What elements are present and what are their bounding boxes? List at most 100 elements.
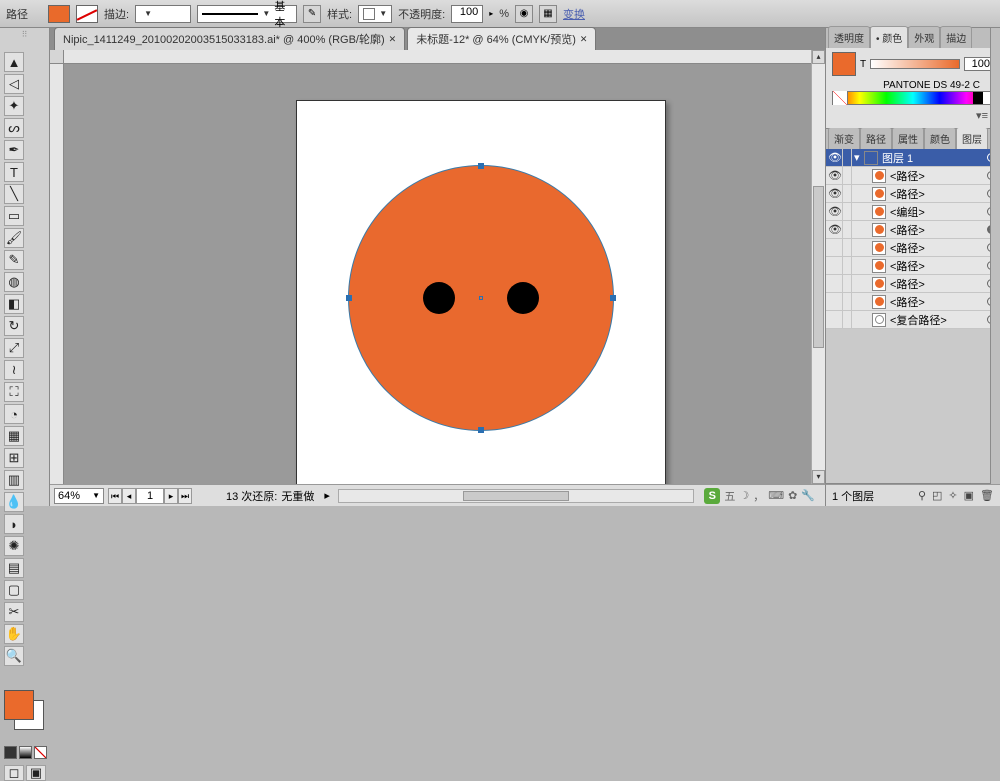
lock-toggle[interactable] xyxy=(842,239,852,256)
tab-transparency[interactable]: 透明度 xyxy=(828,26,870,48)
lock-toggle[interactable] xyxy=(842,293,852,310)
mesh-tool[interactable]: ⊞ xyxy=(4,448,24,468)
anchor-point[interactable] xyxy=(478,427,484,433)
visibility-toggle[interactable]: 👁 xyxy=(828,223,840,236)
tab-stroke[interactable]: 描边 xyxy=(940,26,972,48)
ime-settings-icon[interactable]: 🔧 xyxy=(801,489,815,502)
artboard[interactable] xyxy=(296,100,666,484)
transform-link[interactable]: 变换 xyxy=(563,6,585,22)
perspective-tool[interactable]: ▦ xyxy=(4,426,24,446)
layer-row[interactable]: <路径> xyxy=(826,293,1000,311)
scroll-up-icon[interactable]: ▴ xyxy=(812,50,825,64)
type-tool[interactable]: T xyxy=(4,162,24,182)
stroke-weight-dropdown[interactable]: ▼ xyxy=(135,5,191,23)
ime-toolbar[interactable]: S 五 ☽ ， ⌨ ✿ 🔧 xyxy=(698,488,821,504)
layer-name[interactable]: <路径> xyxy=(888,294,985,310)
eyedropper-tool[interactable]: 💧 xyxy=(4,492,24,512)
scale-tool[interactable]: ⤢ xyxy=(4,338,24,358)
full-screen-icon[interactable]: ▣ xyxy=(26,765,46,781)
zoom-tool[interactable]: 🔍 xyxy=(4,646,24,666)
pencil-tool[interactable]: ✎ xyxy=(4,250,24,270)
panel-menu-icon[interactable]: ▾≡ xyxy=(976,110,988,122)
zoom-dropdown[interactable]: 64%▼ xyxy=(54,488,104,504)
blend-tool[interactable]: ◗ xyxy=(4,514,24,534)
tab-layers[interactable]: 图层 xyxy=(956,127,988,149)
ruler-vertical[interactable] xyxy=(50,64,64,484)
layer-name[interactable]: <路径> xyxy=(888,222,985,238)
graph-tool[interactable]: ▤ xyxy=(4,558,24,578)
tab-swatches[interactable]: 颜色 xyxy=(924,127,956,149)
lock-toggle[interactable] xyxy=(842,185,852,202)
lasso-tool[interactable]: ᔕ xyxy=(4,118,24,138)
visibility-toggle[interactable]: 👁 xyxy=(828,169,840,182)
center-point[interactable] xyxy=(479,296,483,300)
pen-tool[interactable]: ✒ xyxy=(4,140,24,160)
fill-stroke-swatch[interactable] xyxy=(4,690,45,734)
hand-tool[interactable]: ✋ xyxy=(4,624,24,644)
make-clipping-mask-icon[interactable]: ◰ xyxy=(932,489,942,502)
layer-name[interactable]: 图层 1 xyxy=(880,150,985,166)
blob-brush-tool[interactable]: ◍ xyxy=(4,272,24,292)
recolor-icon[interactable]: ◉ xyxy=(515,5,533,23)
selected-circle-path[interactable] xyxy=(348,165,614,431)
scroll-thumb[interactable] xyxy=(463,491,569,501)
style-dropdown[interactable]: ▼ xyxy=(358,5,392,23)
black-circle-right[interactable] xyxy=(507,282,539,314)
layer-row[interactable]: 👁<路径> xyxy=(826,167,1000,185)
width-tool[interactable]: ≀ xyxy=(4,360,24,380)
lock-toggle[interactable] xyxy=(842,203,852,220)
last-page-icon[interactable]: ⏭ xyxy=(178,488,192,504)
spectrum-picker[interactable] xyxy=(832,91,994,105)
close-icon[interactable]: ✕ xyxy=(389,34,397,45)
symbol-sprayer-tool[interactable]: ✺ xyxy=(4,536,24,556)
layer-row[interactable]: 👁▾图层 1 xyxy=(826,149,1000,167)
lock-toggle[interactable] xyxy=(842,311,852,328)
layer-row[interactable]: <复合路径> xyxy=(826,311,1000,329)
layer-name[interactable]: <复合路径> xyxy=(888,312,985,328)
layer-row[interactable]: 👁<路径> xyxy=(826,185,1000,203)
scroll-thumb[interactable] xyxy=(813,186,824,348)
ruler-origin[interactable] xyxy=(50,50,64,64)
layer-row[interactable]: 👁 <路径> xyxy=(826,221,1000,239)
layer-name[interactable]: <编组> xyxy=(888,204,985,220)
play-icon[interactable]: ▸ xyxy=(324,489,330,502)
black-circle-left[interactable] xyxy=(423,282,455,314)
layer-row[interactable]: <路径> xyxy=(826,239,1000,257)
ruler-horizontal[interactable] xyxy=(64,50,825,64)
next-page-icon[interactable]: ▸ xyxy=(164,488,178,504)
anchor-point[interactable] xyxy=(478,163,484,169)
rotate-tool[interactable]: ↻ xyxy=(4,316,24,336)
gradient-mode-icon[interactable] xyxy=(19,746,32,759)
tab-appearance[interactable]: 外观 xyxy=(908,26,940,48)
tab-color[interactable]: 颜色 xyxy=(870,26,908,48)
close-icon[interactable]: ✕ xyxy=(580,34,588,45)
brush-dropdown[interactable]: ▼ 基本 xyxy=(197,5,297,23)
color-mode-icon[interactable] xyxy=(4,746,17,759)
tab-pathfinder[interactable]: 路径 xyxy=(860,127,892,149)
layer-row[interactable]: <路径> xyxy=(826,275,1000,293)
none-mode-icon[interactable] xyxy=(34,746,47,759)
panel-grip[interactable]: ⠿ xyxy=(0,30,49,39)
chevron-right-icon[interactable]: ▸ xyxy=(489,9,493,18)
visibility-toggle[interactable]: 👁 xyxy=(828,205,840,218)
opacity-input[interactable]: 100 xyxy=(451,5,483,23)
normal-screen-icon[interactable]: ◻ xyxy=(4,765,24,781)
slice-tool[interactable]: ✂ xyxy=(4,602,24,622)
layer-name[interactable]: <路径> xyxy=(888,276,985,292)
paintbrush-tool[interactable]: 🖌 xyxy=(4,228,24,248)
dock-strip[interactable] xyxy=(990,28,1000,484)
tab-document-1[interactable]: Nipic_1411249_20100202003515033183.ai* @… xyxy=(54,27,405,50)
lock-toggle[interactable] xyxy=(842,149,852,166)
ime-moon-icon[interactable]: ☽ xyxy=(739,489,749,502)
magic-wand-tool[interactable]: ✦ xyxy=(4,96,24,116)
eraser-tool[interactable]: ◧ xyxy=(4,294,24,314)
ime-keyboard-icon[interactable]: ⌨ xyxy=(768,489,784,502)
delete-layer-icon[interactable]: 🗑 xyxy=(980,489,994,502)
stroke-none-swatch[interactable] xyxy=(76,5,98,23)
prev-page-icon[interactable]: ◂ xyxy=(122,488,136,504)
lock-toggle[interactable] xyxy=(842,221,852,238)
brush-options-icon[interactable]: ✎ xyxy=(303,5,321,23)
direct-selection-tool[interactable]: ◁ xyxy=(4,74,24,94)
tab-gradient[interactable]: 渐变 xyxy=(828,127,860,149)
rectangle-tool[interactable]: ▭ xyxy=(4,206,24,226)
